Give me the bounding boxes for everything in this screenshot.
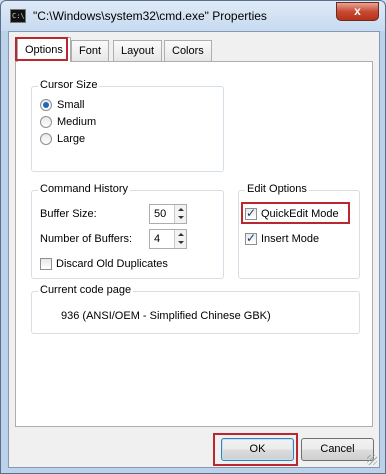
num-buffers-spin-arrows[interactable] [174, 230, 186, 248]
edit-options-title: Edit Options [245, 183, 309, 195]
ok-button[interactable]: OK [221, 438, 294, 461]
radio-large[interactable]: Large [40, 133, 85, 145]
num-buffers-label: Number of Buffers: [40, 233, 133, 245]
tab-layout[interactable]: Layout [113, 40, 163, 61]
discard-duplicates-label: Discard Old Duplicates [56, 258, 168, 270]
radio-medium-label: Medium [57, 116, 97, 128]
dialog-client: Options Font Layout Colors Cursor Size S… [8, 31, 380, 468]
cancel-button[interactable]: Cancel [301, 438, 374, 461]
radio-large-button[interactable] [40, 133, 52, 145]
cmd-icon-text: C:\ [12, 12, 25, 20]
radio-medium-button[interactable] [40, 116, 52, 128]
spin-down-icon[interactable] [178, 216, 184, 219]
close-icon: x [354, 4, 361, 18]
insert-mode-checkbox[interactable]: ✓ Insert Mode [245, 231, 320, 245]
num-buffers-value[interactable]: 4 [154, 233, 160, 245]
tab-font[interactable]: Font [71, 40, 110, 61]
edit-options-group: Edit Options ✓ QuickEdit Mode ✓ Insert M… [238, 183, 360, 279]
cmd-icon: C:\ [10, 9, 26, 23]
code-page-group: Current code page 936 (ANSI/OEM - Simpli… [31, 284, 360, 334]
cursor-size-title: Cursor Size [38, 79, 100, 91]
tab-options[interactable]: Options [17, 37, 71, 62]
discard-checkbox-box[interactable] [40, 258, 52, 270]
spin-up-icon[interactable] [178, 208, 184, 211]
buffer-size-value[interactable]: 50 [154, 208, 166, 220]
num-buffers-stepper[interactable]: 4 [149, 229, 187, 249]
command-history-group: Command History Buffer Size: 50 Number o… [31, 183, 224, 279]
insert-mode-label: Insert Mode [261, 233, 320, 245]
properties-window: C:\ "C:\Windows\system32\cmd.exe" Proper… [0, 0, 386, 474]
radio-small-button[interactable] [40, 99, 52, 111]
options-panel: Cursor Size Small Medium Large Command H… [15, 61, 373, 427]
spin-up-icon[interactable] [178, 233, 184, 236]
window-title: "C:\Windows\system32\cmd.exe" Properties [33, 9, 267, 23]
buffer-size-stepper[interactable]: 50 [149, 204, 187, 224]
discard-duplicates-checkbox[interactable]: Discard Old Duplicates [40, 258, 168, 270]
spin-down-icon[interactable] [178, 241, 184, 244]
check-icon: ✓ [246, 206, 257, 220]
tab-colors[interactable]: Colors [164, 40, 212, 61]
quickedit-label: QuickEdit Mode [261, 208, 339, 220]
close-button[interactable]: x [336, 2, 379, 21]
cursor-size-group: Cursor Size Small Medium Large [31, 79, 224, 172]
command-history-title: Command History [38, 183, 131, 195]
check-icon: ✓ [246, 231, 257, 245]
insert-checkbox-box[interactable]: ✓ [245, 231, 257, 245]
code-page-title: Current code page [38, 284, 134, 296]
radio-large-label: Large [57, 133, 86, 145]
quickedit-checkbox[interactable]: ✓ QuickEdit Mode [245, 206, 339, 220]
radio-small[interactable]: Small [40, 99, 85, 111]
quickedit-checkbox-box[interactable]: ✓ [245, 206, 257, 220]
radio-medium[interactable]: Medium [40, 116, 96, 128]
title-bar[interactable]: C:\ "C:\Windows\system32\cmd.exe" Proper… [1, 1, 385, 31]
resize-grip[interactable] [367, 455, 377, 465]
code-page-value: 936 (ANSI/OEM - Simplified Chinese GBK) [61, 310, 271, 322]
buffer-size-spin-arrows[interactable] [174, 205, 186, 223]
radio-small-label: Small [57, 99, 85, 111]
buffer-size-label: Buffer Size: [40, 208, 97, 220]
